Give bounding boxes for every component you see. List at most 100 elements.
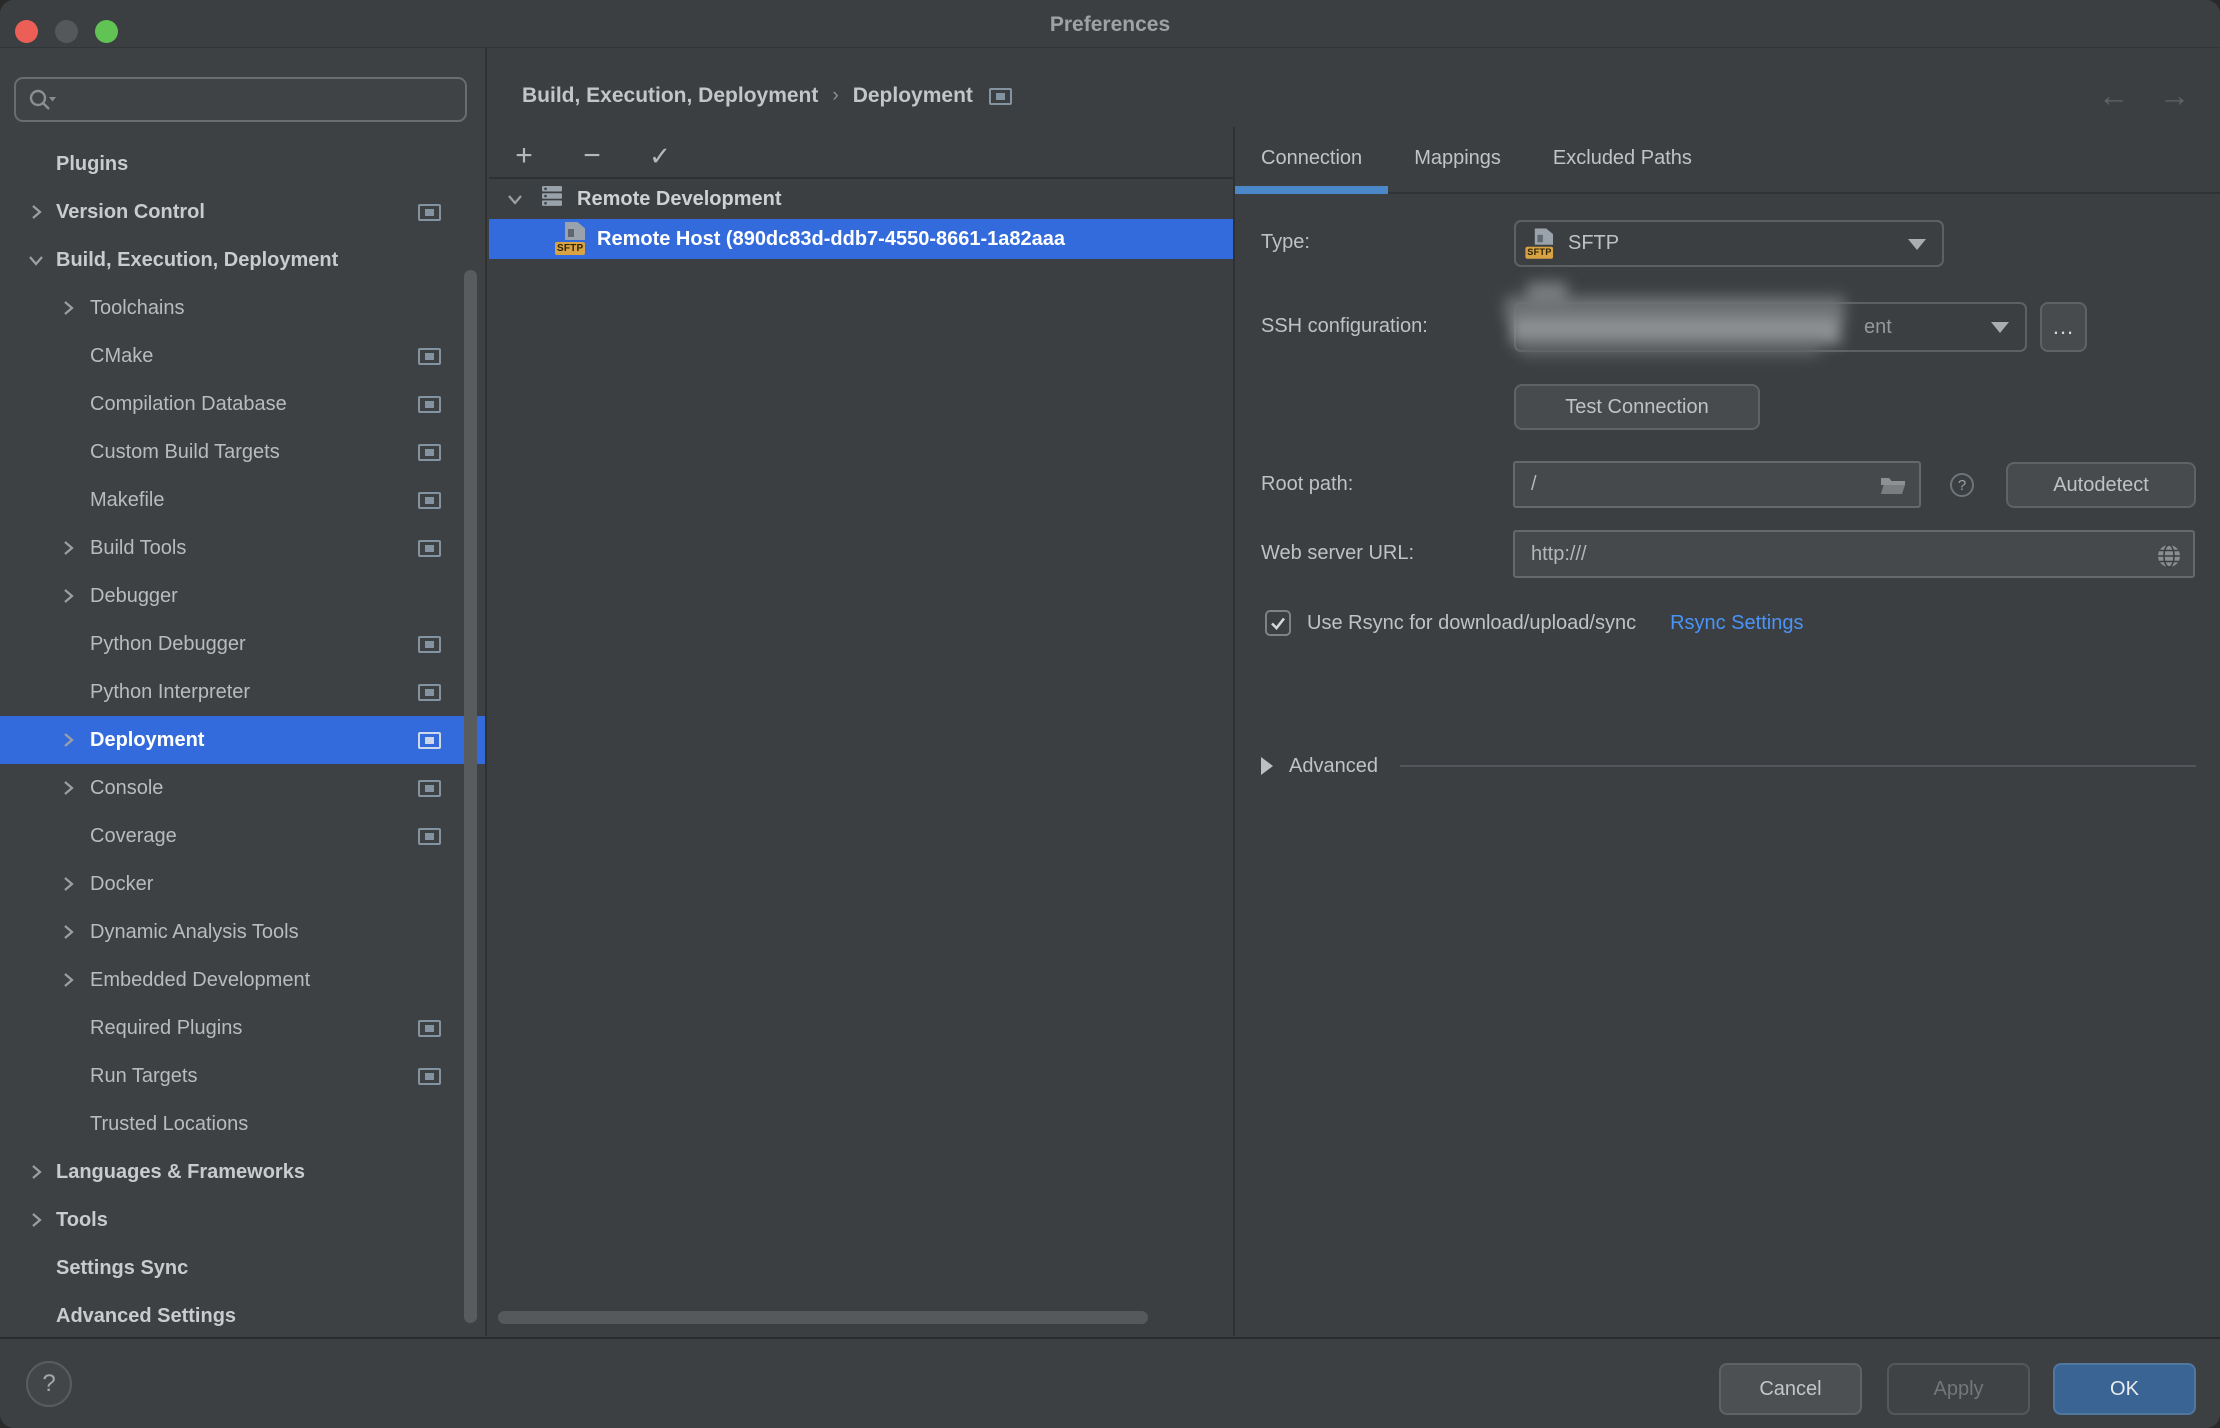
- tab-mappings[interactable]: Mappings: [1388, 123, 1527, 192]
- editable-settings-icon: [418, 204, 441, 221]
- test-connection-button[interactable]: Test Connection: [1514, 384, 1760, 430]
- editable-settings-icon: [418, 684, 441, 701]
- sidebar-item-languages-frameworks[interactable]: Languages & Frameworks: [0, 1148, 487, 1196]
- settings-tree: PluginsVersion ControlBuild, Execution, …: [0, 140, 487, 1336]
- sidebar-item-label: Build Tools: [90, 537, 186, 559]
- sidebar-item-label: Compilation Database: [90, 393, 287, 415]
- sidebar-item-label: Settings Sync: [56, 1257, 188, 1279]
- sidebar-item-embedded-development[interactable]: Embedded Development: [0, 956, 487, 1004]
- web-server-url-input[interactable]: http:///: [1513, 530, 2195, 578]
- sidebar-vertical-scrollbar[interactable]: [464, 270, 477, 1323]
- server-list-horizontal-scrollbar[interactable]: [498, 1311, 1148, 1324]
- sidebar-item-cmake[interactable]: CMake: [0, 332, 487, 380]
- rsync-settings-link[interactable]: Rsync Settings: [1670, 612, 1803, 635]
- chevron-right-icon[interactable]: [58, 922, 78, 942]
- sidebar-item-tools[interactable]: Tools: [0, 1196, 487, 1244]
- chevron-right-icon[interactable]: [58, 970, 78, 990]
- sidebar-item-deployment[interactable]: Deployment: [0, 716, 487, 764]
- sidebar-item-console[interactable]: Console: [0, 764, 487, 812]
- tab-label: Connection: [1261, 147, 1362, 169]
- sidebar-item-plugins[interactable]: Plugins: [0, 140, 487, 188]
- sidebar-item-build-execution-deployment[interactable]: Build, Execution, Deployment: [0, 236, 487, 284]
- folder-browse-icon[interactable]: [1879, 474, 1907, 504]
- tab-label: Mappings: [1414, 147, 1501, 169]
- sidebar-item-label: Console: [90, 777, 163, 799]
- chevron-down-icon[interactable]: [26, 250, 46, 270]
- sidebar-item-version-control[interactable]: Version Control: [0, 188, 487, 236]
- tree-row-remote-development[interactable]: Remote Development: [489, 179, 1233, 219]
- forward-arrow-button[interactable]: →: [2159, 78, 2190, 114]
- sidebar-item-label: Python Interpreter: [90, 681, 250, 703]
- sidebar-item-label: Toolchains: [90, 297, 185, 319]
- editable-settings-icon: [418, 636, 441, 653]
- sidebar-item-compilation-database[interactable]: Compilation Database: [0, 380, 487, 428]
- settings-sidebar: PluginsVersion ControlBuild, Execution, …: [0, 48, 487, 1336]
- sidebar-item-debugger[interactable]: Debugger: [0, 572, 487, 620]
- type-dropdown[interactable]: SFTP SFTP: [1514, 220, 1944, 267]
- remove-server-button[interactable]: −: [575, 134, 609, 178]
- type-label: Type:: [1261, 231, 1310, 254]
- use-rsync-label[interactable]: Use Rsync for download/upload/sync: [1307, 612, 1636, 635]
- root-path-help-icon[interactable]: ?: [1950, 473, 1974, 497]
- breadcrumb-item-build-execution-deployment[interactable]: Build, Execution, Deployment: [522, 84, 818, 108]
- back-arrow-button[interactable]: ←: [2098, 78, 2129, 114]
- root-path-value: /: [1531, 473, 1537, 496]
- add-server-button[interactable]: +: [507, 134, 541, 178]
- tab-excluded-paths[interactable]: Excluded Paths: [1527, 123, 1718, 192]
- sidebar-item-label: Languages & Frameworks: [56, 1161, 305, 1183]
- editable-settings-icon: [418, 396, 441, 413]
- sidebar-item-label: Dynamic Analysis Tools: [90, 921, 299, 943]
- search-input[interactable]: [14, 77, 467, 122]
- sidebar-item-custom-build-targets[interactable]: Custom Build Targets: [0, 428, 487, 476]
- advanced-separator-line: [1400, 765, 2196, 767]
- apply-button[interactable]: Apply: [1887, 1363, 2030, 1415]
- use-rsync-checkbox[interactable]: [1265, 610, 1291, 636]
- title-bar: Preferences: [0, 0, 2220, 48]
- use-as-default-button[interactable]: ✓: [643, 134, 677, 178]
- dropdown-arrow-icon: [1991, 322, 2009, 333]
- advanced-section-toggle[interactable]: Advanced: [1261, 748, 2196, 784]
- web-server-url-value: http:///: [1531, 543, 1587, 566]
- cancel-button[interactable]: Cancel: [1719, 1363, 1862, 1415]
- sidebar-item-advanced-settings[interactable]: Advanced Settings: [0, 1292, 487, 1336]
- ok-button[interactable]: OK: [2053, 1363, 2196, 1415]
- editable-settings-icon: [418, 444, 441, 461]
- root-path-input[interactable]: /: [1513, 461, 1921, 508]
- chevron-right-icon[interactable]: [58, 874, 78, 894]
- tree-row-remote-host-selected[interactable]: SFTP Remote Host (890dc83d-ddb7-4550-866…: [489, 219, 1233, 259]
- sidebar-item-python-interpreter[interactable]: Python Interpreter: [0, 668, 487, 716]
- sidebar-item-coverage[interactable]: Coverage: [0, 812, 487, 860]
- dropdown-arrow-icon: [1908, 239, 1926, 250]
- sidebar-item-label: Docker: [90, 873, 153, 895]
- help-button[interactable]: ?: [26, 1361, 72, 1407]
- sidebar-item-label: Deployment: [90, 729, 204, 751]
- ssh-configurations-browse-button[interactable]: ...: [2040, 302, 2087, 352]
- autodetect-button[interactable]: Autodetect: [2006, 462, 2196, 508]
- chevron-down-icon[interactable]: [505, 189, 525, 209]
- breadcrumb-item-deployment[interactable]: Deployment: [853, 84, 973, 108]
- sftp-server-icon: SFTP: [555, 221, 591, 257]
- sidebar-item-build-tools[interactable]: Build Tools: [0, 524, 487, 572]
- sidebar-item-run-targets[interactable]: Run Targets: [0, 1052, 487, 1100]
- sidebar-item-docker[interactable]: Docker: [0, 860, 487, 908]
- sidebar-item-trusted-locations[interactable]: Trusted Locations: [0, 1100, 487, 1148]
- chevron-right-icon[interactable]: [58, 538, 78, 558]
- chevron-right-icon[interactable]: [58, 586, 78, 606]
- sidebar-item-settings-sync[interactable]: Settings Sync: [0, 1244, 487, 1292]
- chevron-right-icon[interactable]: [26, 1162, 46, 1182]
- sidebar-item-toolchains[interactable]: Toolchains: [0, 284, 487, 332]
- sidebar-item-required-plugins[interactable]: Required Plugins: [0, 1004, 487, 1052]
- sidebar-item-makefile[interactable]: Makefile: [0, 476, 487, 524]
- sidebar-item-python-debugger[interactable]: Python Debugger: [0, 620, 487, 668]
- tab-connection[interactable]: Connection: [1235, 123, 1388, 192]
- chevron-right-icon[interactable]: [58, 730, 78, 750]
- chevron-right-icon[interactable]: [58, 778, 78, 798]
- collapsed-triangle-icon: [1261, 757, 1273, 775]
- remote-development-icon: [539, 183, 565, 215]
- chevron-right-icon[interactable]: [26, 1210, 46, 1230]
- chevron-right-icon[interactable]: [26, 202, 46, 222]
- chevron-right-icon[interactable]: [58, 298, 78, 318]
- sidebar-item-label: Embedded Development: [90, 969, 310, 991]
- root-path-label: Root path:: [1261, 473, 1353, 496]
- sidebar-item-dynamic-analysis-tools[interactable]: Dynamic Analysis Tools: [0, 908, 487, 956]
